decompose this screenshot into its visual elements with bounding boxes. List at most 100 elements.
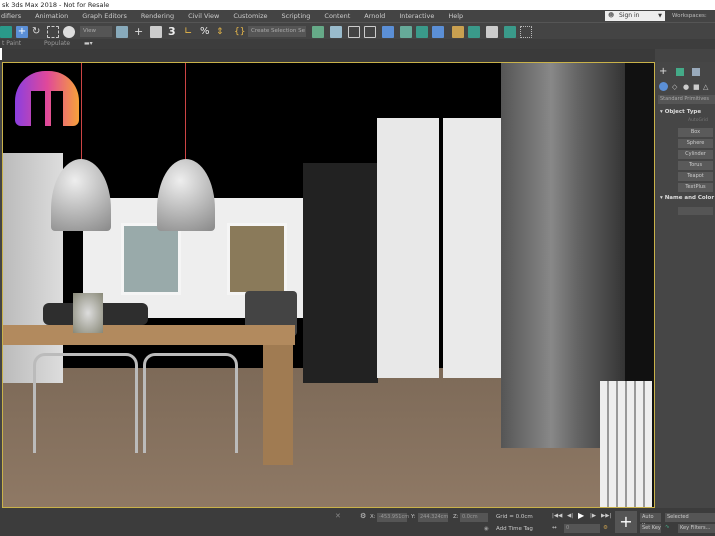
render-setup-icon[interactable] (452, 26, 464, 38)
geometry-icon[interactable] (659, 82, 668, 91)
shapes-icon[interactable]: ◇ (672, 83, 677, 91)
render-icon[interactable] (486, 26, 498, 38)
move-tool-icon[interactable]: + (16, 26, 28, 38)
sign-in-dropdown[interactable]: ☻ Sign in ▼ (605, 11, 665, 21)
rotate-tool-icon[interactable]: ↻ (32, 26, 44, 38)
link-icon[interactable] (0, 26, 12, 38)
align-icon[interactable] (330, 26, 342, 38)
rendered-frame-icon[interactable] (468, 26, 480, 38)
grid-size: Grid = 0.0cm (496, 514, 533, 520)
cylinder-button[interactable]: Cylinder (678, 150, 713, 159)
snap-toggle-icon[interactable]: 3 (168, 26, 180, 38)
menu-arnold[interactable]: Arnold (364, 12, 385, 20)
play-icon[interactable]: ▶ (578, 511, 584, 520)
keyboard-shortcut-icon[interactable] (150, 26, 162, 38)
go-to-start-icon[interactable]: |◀◀ (552, 513, 562, 519)
percent-snap-icon[interactable]: % (200, 26, 212, 38)
tab-populate[interactable]: Populate (44, 39, 70, 49)
ribbon-edge (0, 48, 2, 60)
auto-key-button[interactable]: Auto Key (640, 513, 661, 529)
y-coordinate-field[interactable]: 244.324cm (418, 513, 448, 522)
teapot-button[interactable]: Teapot (678, 172, 713, 181)
menu-graph-editors[interactable]: Graph Editors (82, 12, 127, 20)
tab-object-paint[interactable]: t Paint (2, 39, 21, 49)
named-selection-icon[interactable]: {} (234, 26, 246, 38)
menu-interactive[interactable]: Interactive (399, 12, 434, 20)
z-coordinate-field[interactable]: 0.0cm (460, 513, 488, 522)
menu-content[interactable]: Content (324, 12, 350, 20)
object-type-header[interactable]: ▾ Object Type (660, 109, 701, 115)
default-tangent-icon[interactable]: ∿ (665, 524, 670, 530)
curve-editor-icon[interactable] (400, 26, 412, 38)
column-left (377, 118, 439, 378)
selection-set-dropdown[interactable]: Create Selection Se (248, 26, 306, 37)
menu-civil-view[interactable]: Civil View (188, 12, 219, 20)
set-key-big-button[interactable]: + (615, 511, 637, 533)
y-label: Y: (411, 514, 416, 520)
user-icon: ☻ (608, 12, 615, 19)
selected-dropdown[interactable]: Selected (665, 513, 715, 522)
render-cloud-icon[interactable] (504, 26, 516, 38)
menu-modifiers[interactable]: difiers (1, 12, 21, 20)
modify-tab-icon[interactable] (676, 68, 684, 76)
menu-customize[interactable]: Customize (233, 12, 267, 20)
box-button[interactable]: Box (678, 128, 713, 137)
set-key-button[interactable]: Set Key (640, 524, 661, 533)
cameras-icon[interactable]: ■ (693, 83, 700, 91)
scene-explorer-icon[interactable] (348, 26, 360, 38)
ribbon-options-icon[interactable]: ▬▾ (84, 39, 93, 49)
angle-snap-icon[interactable]: ∟ (184, 26, 196, 38)
previous-frame-icon[interactable]: ◀| (567, 513, 573, 519)
title-bar: sk 3ds Max 2018 - Not for Resale (0, 0, 715, 10)
lamp-cord-left (81, 63, 82, 161)
name-color-header[interactable]: ▾ Name and Color (660, 195, 714, 201)
helpers-icon[interactable]: △ (703, 83, 708, 91)
key-filters-button[interactable]: Key Filters... (678, 524, 715, 533)
menu-rendering[interactable]: Rendering (141, 12, 174, 20)
ribbon-panel (0, 49, 655, 62)
time-tag-icon[interactable]: ◉ (484, 526, 489, 532)
pendant-lamp-right (157, 159, 215, 231)
hierarchy-tab-icon[interactable] (692, 68, 700, 76)
x-coordinate-field[interactable]: -453.951cm (377, 513, 409, 522)
spinner-snap-icon[interactable]: ⇕ (216, 26, 228, 38)
create-tab-icon[interactable]: + (659, 66, 667, 77)
lights-icon[interactable]: ● (683, 83, 689, 91)
sphere-button[interactable]: Sphere (678, 139, 713, 148)
torus-button[interactable]: Torus (678, 161, 713, 170)
menu-scripting[interactable]: Scripting (282, 12, 311, 20)
autogrid-checkbox[interactable]: AutoGrid (688, 118, 708, 123)
scale-tool-icon[interactable] (47, 26, 59, 38)
reference-coordinate-dropdown[interactable]: View (80, 26, 112, 37)
absolute-mode-icon[interactable]: ⚙ (360, 512, 366, 520)
shelving (303, 163, 378, 383)
add-time-tag-button[interactable]: Add Time Tag (496, 526, 533, 532)
chevron-down-icon: ▼ (658, 13, 662, 19)
select-place-icon[interactable] (63, 26, 75, 38)
select-manipulate-icon[interactable]: + (134, 26, 146, 38)
command-panel: + ◇ ● ■ △ Standard Primitives ▾ Object T… (656, 62, 715, 508)
table-leg (263, 345, 293, 465)
x-label: X: (370, 514, 376, 520)
key-mode-icon[interactable]: ↔ (552, 525, 557, 531)
window-right (227, 223, 287, 295)
material-editor-icon[interactable] (432, 26, 444, 38)
perspective-viewport[interactable] (2, 62, 655, 508)
current-frame-field[interactable]: 0 (564, 524, 600, 533)
layer-explorer-icon[interactable] (364, 26, 376, 38)
next-frame-icon[interactable]: |▶ (590, 513, 596, 519)
object-name-field[interactable] (678, 207, 713, 215)
go-to-end-icon[interactable]: ▶▶| (601, 513, 611, 519)
schematic-view-icon[interactable] (416, 26, 428, 38)
mirror-icon[interactable] (312, 26, 324, 38)
pivot-icon[interactable] (116, 26, 128, 38)
menu-animation[interactable]: Animation (35, 12, 68, 20)
textplus-button[interactable]: TextPlus (678, 183, 713, 192)
menu-help[interactable]: Help (448, 12, 463, 20)
time-config-icon[interactable]: ⚙ (603, 525, 608, 531)
a360-gallery-icon[interactable] (520, 26, 532, 38)
radiator (600, 381, 652, 507)
ribbon-toggle-icon[interactable] (382, 26, 394, 38)
category-dropdown[interactable]: Standard Primitives (658, 95, 715, 104)
selection-lock-icon[interactable]: ✕ (335, 512, 341, 520)
